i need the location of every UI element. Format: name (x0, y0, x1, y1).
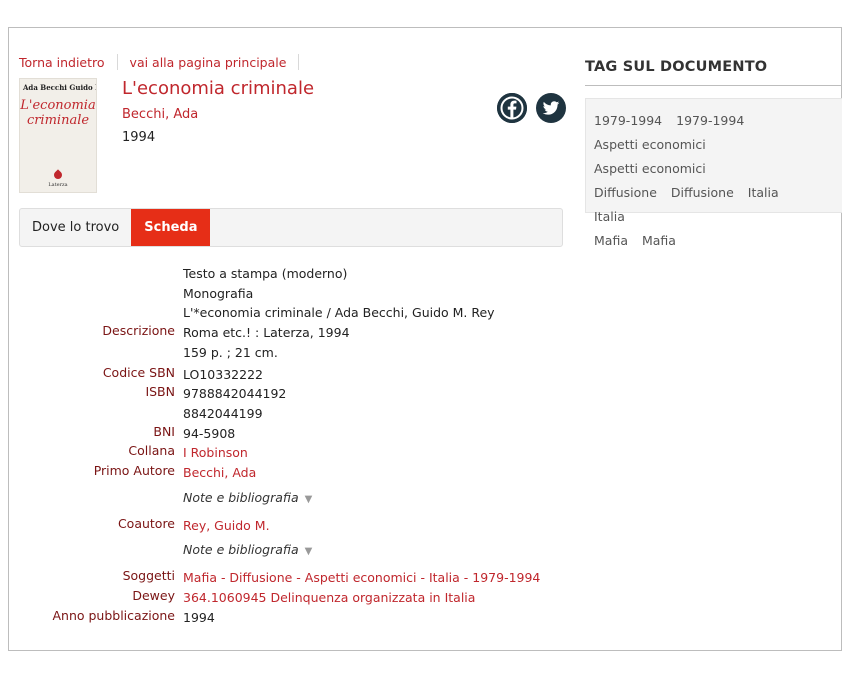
note-bibliografia-toggle[interactable]: Note e bibliografia ▼ (183, 483, 564, 516)
cover-title: L'economia criminale (20, 98, 96, 128)
cover-publisher: Laterza (48, 182, 68, 188)
tag-item[interactable]: Diffusione (594, 181, 657, 205)
book-title: L'economia criminale (122, 78, 315, 99)
primo-autore-label: Primo Autore (93, 463, 175, 479)
isbn-value: 8842044199 (183, 405, 263, 421)
facebook-icon (497, 93, 527, 123)
detail-row-anno: Anno pubblicazione 1994 (19, 608, 564, 628)
detail-row-soggetti: Soggetti Mafia - Diffusione - Aspetti ec… (19, 568, 564, 588)
detail-row-dewey: Dewey 364.1060945 Delinquenza organizzat… (19, 588, 564, 608)
descrizione-line: 159 p. ; 21 cm. (183, 344, 278, 360)
triangle-down-icon: ▼ (304, 546, 313, 558)
descrizione-line: Monografia (183, 285, 254, 301)
cover-authors: Ada Becchi Guido M. Rey (23, 83, 96, 92)
tag-item[interactable]: Aspetti economici (594, 157, 706, 181)
anno-value: 1994 (183, 609, 215, 625)
book-author-link[interactable]: Becchi, Ada (122, 107, 198, 122)
tag-item[interactable]: Aspetti economici (594, 133, 706, 157)
sbn-value: LO10332222 (183, 366, 263, 382)
tag-item[interactable]: 1979-1994 (676, 109, 744, 133)
tag-list: 1979-1994 1979-1994Aspetti economici Aspe… (594, 109, 834, 253)
cover-title-line1: L'economia (20, 98, 96, 113)
tag-item[interactable]: Diffusione (671, 181, 734, 205)
primo-autore-link[interactable]: Becchi, Ada (183, 463, 564, 483)
bni-label: BNI (153, 423, 175, 439)
soggetti-link[interactable]: Mafia - Diffusione - Aspetti economici -… (183, 568, 564, 588)
record-details: Descrizione Testo a stampa (moderno) Mon… (19, 264, 564, 628)
dewey-link[interactable]: 364.1060945 Delinquenza organizzata in I… (183, 588, 564, 608)
cover-title-line2: criminale (26, 113, 90, 128)
book-cover-image[interactable]: Ada Becchi Guido M. Rey L'economia crimi… (19, 78, 97, 193)
detail-row-isbn: ISBN 9788842044192 8842044199 (19, 384, 564, 423)
soggetti-label: Soggetti (122, 568, 175, 584)
tag-item[interactable]: 1979-1994 (594, 109, 662, 133)
book-year: 1994 (122, 130, 156, 145)
detail-row-collana: Collana I Robinson (19, 443, 564, 463)
detail-row-bni: BNI 94-5908 (19, 424, 564, 444)
isbn-label: ISBN (145, 384, 175, 400)
tag-cloud: 1979-1994 1979-1994Aspetti economici Aspe… (585, 98, 842, 248)
bni-value: 94-5908 (183, 425, 236, 441)
home-link[interactable]: vai alla pagina principale (130, 55, 287, 70)
descrizione-value: Testo a stampa (moderno) Monografia L'*e… (183, 264, 564, 365)
tag-item[interactable]: Mafia (642, 229, 676, 253)
social-share (497, 93, 566, 123)
twitter-share-button[interactable] (536, 93, 566, 123)
detail-row-sbn: Codice SBN LO10332222 (19, 365, 564, 385)
detail-row-descrizione: Descrizione Testo a stampa (moderno) Mon… (19, 264, 564, 365)
tag-item[interactable]: Italia (594, 205, 625, 229)
coautore-link[interactable]: Rey, Guido M. (183, 516, 564, 536)
note-bibliografia-toggle[interactable]: Note e bibliografia ▼ (183, 535, 564, 568)
nav-divider (116, 54, 118, 70)
descrizione-line: Roma etc.! : Laterza, 1994 (183, 325, 350, 341)
tab-dove-lo-trovo[interactable]: Dove lo trovo (20, 209, 131, 246)
breadcrumb-nav: Torna indietro vai alla pagina principal… (19, 54, 311, 70)
twitter-icon (542, 101, 560, 115)
tag-item[interactable]: Mafia (594, 229, 628, 253)
collana-link[interactable]: I Robinson (183, 443, 564, 463)
triangle-down-icon: ▼ (304, 493, 313, 505)
collana-label: Collana (128, 443, 175, 459)
facebook-share-button[interactable] (497, 93, 527, 123)
descrizione-line: Testo a stampa (moderno) (183, 266, 348, 281)
nav-divider (298, 54, 300, 70)
descrizione-label: Descrizione (102, 323, 175, 338)
tag-section-title: TAG SUL DOCUMENTO (585, 59, 768, 75)
tag-item[interactable]: Italia (748, 181, 779, 205)
publisher-logo-icon (52, 169, 64, 181)
detail-row-coautore: Coautore Rey, Guido M. Note e bibliograf… (19, 516, 564, 569)
back-link[interactable]: Torna indietro (19, 55, 105, 70)
detail-tabs: Dove lo trovo Scheda (19, 208, 563, 247)
coautore-label: Coautore (117, 515, 175, 531)
tag-divider (585, 85, 842, 86)
tab-scheda[interactable]: Scheda (131, 209, 211, 246)
isbn-value: 9788842044192 (183, 386, 287, 402)
descrizione-line: L'*economia criminale / Ada Becchi, Guid… (183, 305, 495, 321)
anno-label: Anno pubblicazione (52, 607, 175, 623)
dewey-label: Dewey (132, 588, 175, 604)
sbn-label: Codice SBN (102, 364, 175, 380)
detail-row-primo-autore: Primo Autore Becchi, Ada Note e bibliogr… (19, 463, 564, 516)
